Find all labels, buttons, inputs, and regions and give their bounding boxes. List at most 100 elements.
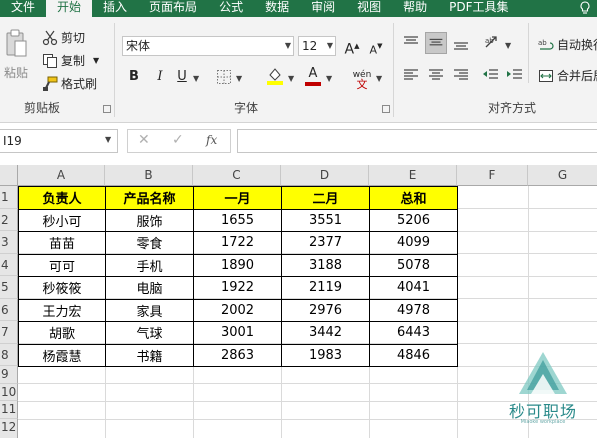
tab-view[interactable]: 视图 (346, 0, 392, 17)
table-cell[interactable]: 5078 (369, 253, 458, 277)
column-header-f[interactable]: F (457, 165, 528, 186)
increase-indent-icon[interactable] (504, 64, 526, 86)
chevron-down-icon[interactable]: ▼ (288, 74, 294, 83)
row-header-8[interactable]: 8 (0, 343, 18, 366)
chevron-down-icon[interactable]: ▼ (236, 74, 242, 83)
table-cell[interactable]: 电脑 (105, 276, 194, 300)
orientation-icon[interactable]: ab (482, 32, 504, 54)
table-cell[interactable]: 1922 (193, 276, 282, 300)
lightbulb-icon[interactable] (579, 1, 591, 15)
align-right-icon[interactable] (450, 64, 472, 86)
align-center-icon[interactable] (425, 64, 447, 86)
formula-input[interactable] (237, 129, 597, 153)
underline-button[interactable]: U (172, 67, 192, 87)
shrink-font-button[interactable]: A▼ (366, 36, 386, 56)
grow-font-button[interactable]: A▲ (342, 36, 362, 57)
align-top-icon[interactable] (400, 32, 422, 54)
table-cell[interactable]: 1722 (193, 231, 282, 255)
align-middle-icon[interactable] (425, 32, 447, 54)
format-painter-button[interactable]: 格式刷 (42, 75, 97, 92)
column-header-c[interactable]: C (193, 165, 281, 186)
table-cell[interactable]: 可可 (18, 253, 106, 277)
header-cell[interactable]: 总和 (369, 186, 458, 210)
table-cell[interactable]: 秒小可 (18, 208, 106, 232)
table-cell[interactable]: 手机 (105, 253, 194, 277)
header-cell[interactable]: 二月 (281, 186, 370, 210)
row-header-7[interactable]: 7 (0, 321, 18, 344)
table-cell[interactable]: 3001 (193, 321, 282, 345)
column-header-d[interactable]: D (281, 165, 369, 186)
italic-button[interactable]: I (150, 67, 170, 87)
table-cell[interactable]: 3188 (281, 253, 370, 277)
table-cell[interactable]: 秒筱筱 (18, 276, 106, 300)
table-cell[interactable]: 2863 (193, 343, 282, 367)
cut-button[interactable]: 剪切 (42, 29, 85, 46)
decrease-indent-icon[interactable] (480, 64, 502, 86)
column-header-g[interactable]: G (528, 165, 597, 186)
row-header-3[interactable]: 3 (0, 231, 18, 254)
tab-data[interactable]: 数据 (254, 0, 300, 17)
table-cell[interactable]: 1983 (281, 343, 370, 367)
wrap-text-button[interactable]: ab 自动换行 (538, 36, 597, 53)
insert-function-icon[interactable]: fx (206, 133, 217, 147)
table-cell[interactable]: 书籍 (105, 343, 194, 367)
table-cell[interactable]: 苗苗 (18, 231, 106, 255)
header-cell[interactable]: 产品名称 (105, 186, 194, 210)
font-name-combo[interactable]: 宋体 ▼ (122, 36, 294, 56)
font-launcher-icon[interactable] (382, 105, 390, 113)
tab-insert[interactable]: 插入 (92, 0, 138, 17)
tab-review[interactable]: 审阅 (300, 0, 346, 17)
table-cell[interactable]: 2002 (193, 298, 282, 322)
table-cell[interactable]: 杨霞慧 (18, 343, 106, 367)
cancel-icon[interactable]: ✕ (138, 132, 150, 148)
table-cell[interactable]: 气球 (105, 321, 194, 345)
chevron-down-icon[interactable]: ▼ (327, 37, 333, 55)
table-cell[interactable]: 2377 (281, 231, 370, 255)
row-header-2[interactable]: 2 (0, 208, 18, 231)
chevron-down-icon[interactable]: ▼ (193, 74, 199, 83)
select-all-corner[interactable] (0, 165, 18, 186)
fill-color-icon[interactable] (266, 66, 284, 86)
clipboard-launcher-icon[interactable] (103, 105, 111, 113)
row-header-1[interactable]: 1 (0, 186, 18, 209)
enter-icon[interactable]: ✓ (172, 132, 184, 148)
tab-file[interactable]: 文件 (0, 0, 46, 17)
header-cell[interactable]: 一月 (193, 186, 282, 210)
row-header-6[interactable]: 6 (0, 298, 18, 321)
border-icon[interactable] (216, 69, 232, 85)
table-cell[interactable]: 4041 (369, 276, 458, 300)
font-color-button[interactable]: A (304, 66, 322, 86)
copy-button[interactable]: 复制 ▼ (42, 52, 99, 69)
chevron-down-icon[interactable]: ▼ (376, 74, 382, 83)
font-size-combo[interactable]: 12 ▼ (298, 36, 336, 56)
name-box[interactable]: I19 (0, 129, 118, 153)
paste-button[interactable]: 粘贴 (4, 29, 30, 81)
table-cell[interactable]: 3551 (281, 208, 370, 232)
table-cell[interactable]: 家具 (105, 298, 194, 322)
table-cell[interactable]: 4099 (369, 231, 458, 255)
row-header-4[interactable]: 4 (0, 253, 18, 276)
phonetic-button[interactable]: wén 文 (350, 66, 374, 90)
table-cell[interactable]: 1890 (193, 253, 282, 277)
table-cell[interactable]: 零食 (105, 231, 194, 255)
table-cell[interactable]: 4978 (369, 298, 458, 322)
column-header-b[interactable]: B (105, 165, 193, 186)
chevron-down-icon[interactable]: ▼ (93, 56, 99, 65)
bold-button[interactable]: B (124, 67, 144, 87)
row-header-11[interactable]: 11 (0, 401, 18, 419)
tab-page-layout[interactable]: 页面布局 (138, 0, 208, 17)
column-header-a[interactable]: A (18, 165, 105, 186)
tab-formulas[interactable]: 公式 (208, 0, 254, 17)
table-cell[interactable]: 5206 (369, 208, 458, 232)
row-header-12[interactable]: 12 (0, 419, 18, 438)
row-header-5[interactable]: 5 (0, 276, 18, 299)
align-bottom-icon[interactable] (450, 32, 472, 54)
column-header-e[interactable]: E (369, 165, 457, 186)
table-cell[interactable]: 服饰 (105, 208, 194, 232)
table-cell[interactable]: 2119 (281, 276, 370, 300)
table-cell[interactable]: 1655 (193, 208, 282, 232)
align-left-icon[interactable] (400, 64, 422, 86)
chevron-down-icon[interactable]: ▼ (505, 41, 511, 50)
tab-home[interactable]: 开始 (46, 0, 93, 17)
table-cell[interactable]: 3442 (281, 321, 370, 345)
